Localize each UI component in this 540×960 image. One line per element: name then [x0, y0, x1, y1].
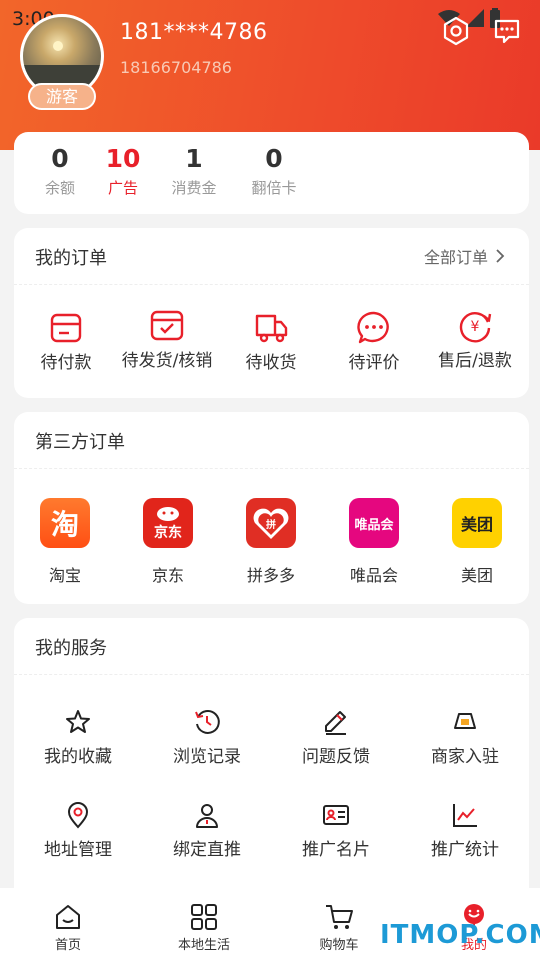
divider: [14, 468, 529, 469]
order-pending-review[interactable]: 待评价: [344, 310, 404, 373]
shop-pinduoduo[interactable]: 拼 拼多多: [236, 498, 306, 586]
service-address[interactable]: 地址管理: [23, 801, 133, 860]
truck-icon: [253, 310, 289, 346]
calendar-check-icon: [149, 308, 185, 344]
phone-full: 18166704786: [120, 58, 232, 77]
order-pending-payment[interactable]: 待付款: [38, 310, 94, 373]
orders-title: 我的订单: [35, 248, 107, 269]
all-orders-link[interactable]: 全部订单: [424, 244, 505, 268]
service-bind-referrer[interactable]: 绑定直推: [152, 801, 262, 860]
stat-consume-gold[interactable]: 1 消费金: [159, 144, 229, 198]
settings-button[interactable]: [441, 16, 471, 46]
star-icon: [64, 708, 92, 736]
cart-icon: [324, 902, 354, 932]
services-title: 我的服务: [35, 638, 107, 659]
service-promo-stats[interactable]: 推广统计: [410, 801, 520, 860]
order-pending-receipt[interactable]: 待收货: [241, 310, 301, 373]
message-icon: [494, 19, 520, 44]
stat-double-card[interactable]: 0 翻倍卡: [239, 144, 309, 198]
shop-jd[interactable]: 京东 京东: [133, 498, 203, 586]
third-party-card: 第三方订单 淘 淘宝 京东 京东 拼 拼多多 唯品会 唯品会 美团 美团: [14, 412, 529, 604]
shop-taobao[interactable]: 淘 淘宝: [30, 498, 100, 586]
message-button[interactable]: [492, 16, 522, 46]
shop-meituan[interactable]: 美团 美团: [442, 498, 512, 586]
tab-home[interactable]: 首页: [28, 902, 108, 953]
id-card-icon: [322, 801, 350, 829]
guest-badge: 游客: [28, 83, 96, 110]
shop-icon: [451, 708, 479, 736]
grid-icon: [189, 902, 219, 932]
service-promo-card[interactable]: 推广名片: [281, 801, 391, 860]
order-pending-shipment[interactable]: 待发货/核销: [117, 308, 217, 371]
divider: [14, 674, 529, 675]
home-icon: [53, 902, 83, 932]
history-icon: [193, 708, 221, 736]
service-history[interactable]: 浏览记录: [152, 708, 262, 767]
comment-icon: [356, 310, 392, 346]
line-chart-icon: [451, 801, 479, 829]
service-feedback[interactable]: 问题反馈: [281, 708, 391, 767]
services-card: 我的服务 我的收藏 浏览记录 问题反馈 商家入驻 地址管理 绑定直推 推广名片 …: [14, 618, 529, 918]
jd-dog-icon: [157, 507, 179, 521]
service-favorites[interactable]: 我的收藏: [23, 708, 133, 767]
svg-text:拼: 拼: [266, 518, 276, 531]
stats-card: 0 余额 10 广告 1 消费金 0 翻倍卡: [14, 132, 529, 214]
taobao-logo: 淘: [40, 498, 90, 548]
divider: [14, 284, 529, 285]
chevron-right-icon: [496, 249, 505, 263]
stat-balance[interactable]: 0 余额: [25, 144, 95, 198]
pinduoduo-heart-icon: 拼: [253, 508, 289, 539]
vipshop-logo: 唯品会: [349, 498, 399, 548]
meituan-logo: 美团: [452, 498, 502, 548]
wallet-icon: [48, 310, 84, 346]
watermark: ITMOP.COM: [380, 920, 540, 950]
yen-refresh-icon: ¥: [457, 308, 493, 344]
tab-local-life[interactable]: 本地生活: [164, 902, 244, 953]
user-icon: [193, 801, 221, 829]
orders-card: 我的订单 全部订单 待付款 待发货/核销 待收货 待评价 ¥ 售后/退款: [14, 228, 529, 398]
order-after-sales[interactable]: ¥ 售后/退款: [432, 308, 518, 371]
pinduoduo-logo: 拼: [246, 498, 296, 548]
profile-header: 3:00 游客 181****4786 18166704786: [0, 0, 540, 150]
shop-vipshop[interactable]: 唯品会 唯品会: [339, 498, 409, 586]
third-party-title: 第三方订单: [35, 432, 125, 453]
service-merchant-join[interactable]: 商家入驻: [410, 708, 520, 767]
settings-icon: [443, 16, 469, 46]
stat-ads[interactable]: 10 广告: [88, 144, 158, 198]
jd-logo: 京东: [143, 498, 193, 548]
tab-cart[interactable]: 购物车: [299, 902, 379, 953]
phone-masked: 181****4786: [120, 20, 268, 45]
svg-text:¥: ¥: [471, 319, 480, 335]
pen-icon: [322, 708, 350, 736]
location-icon: [64, 801, 92, 829]
